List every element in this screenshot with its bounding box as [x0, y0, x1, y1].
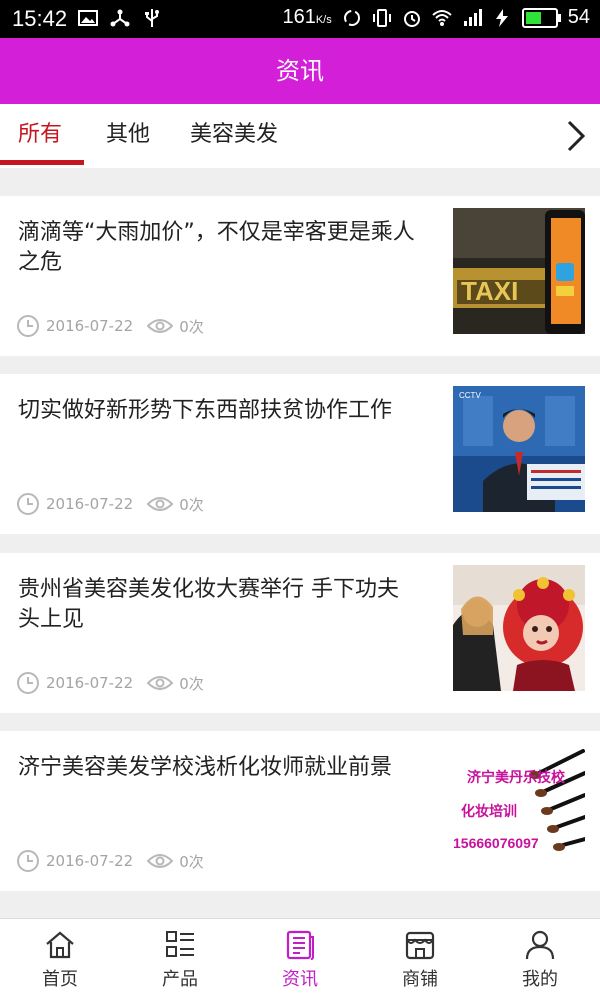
news-title: 切实做好新形势下东西部扶贫协作工作 — [18, 398, 393, 423]
taxi-photo: TAXI — [453, 208, 585, 334]
news-views: 0次 — [179, 495, 204, 514]
nav-products[interactable]: 产品 — [120, 919, 240, 1001]
nav-label: 商铺 — [402, 969, 438, 990]
charging-icon — [495, 8, 508, 27]
news-date: 2016-07-22 — [46, 674, 134, 692]
news-date: 2016-07-22 — [46, 495, 134, 513]
active-tab-indicator — [0, 160, 84, 165]
news-item[interactable]: 切实做好新形势下东西部扶贫协作工作 2016-07-22 0次 CCTV — [0, 374, 600, 534]
clock-icon — [17, 672, 39, 694]
home-icon — [46, 931, 74, 959]
vibrate-icon — [372, 8, 391, 27]
category-tabs: 所有 其他 美容美发 — [0, 104, 600, 168]
status-right-icons: 161K/s 54 — [282, 6, 590, 29]
nav-label: 产品 — [162, 969, 198, 990]
nav-shops[interactable]: 商铺 — [360, 919, 480, 1001]
makeup-training-ad: 济宁美丹乐技校 化妆培训 15666076097 — [453, 743, 585, 869]
news-views: 0次 — [179, 317, 204, 336]
news-meta: 2016-07-22 0次 — [16, 849, 204, 873]
alarm-icon — [403, 10, 420, 27]
status-time: 15:42 — [12, 6, 68, 31]
battery-icon — [521, 7, 561, 28]
profile-icon — [525, 930, 555, 960]
svg-text:CCTV: CCTV — [459, 391, 481, 400]
news-title: 滴滴等“大雨加价”，不仅是宰客更是乘人之危 — [18, 220, 415, 275]
usb-icon — [145, 9, 159, 27]
sync-icon — [343, 9, 360, 26]
clock-icon — [17, 493, 39, 515]
battery-level: 54 — [567, 6, 590, 28]
clock-icon — [17, 315, 39, 337]
chevron-right-icon[interactable] — [564, 118, 588, 154]
eye-icon — [147, 497, 174, 511]
eye-icon — [147, 854, 174, 868]
makeup-contest-photo — [453, 565, 585, 691]
news-views: 0次 — [179, 674, 204, 693]
shop-icon — [405, 931, 435, 960]
news-title: 济宁美容美发学校浅析化妆师就业前景 — [18, 755, 393, 780]
news-views: 0次 — [179, 852, 204, 871]
nav-label: 资讯 — [282, 969, 318, 990]
nav-home[interactable]: 首页 — [0, 919, 120, 1001]
news-meta: 2016-07-22 0次 — [16, 671, 204, 695]
status-bar: 15:42 161K/s 54 — [0, 0, 600, 38]
signal-icon — [463, 8, 482, 26]
svg-text:TAXI: TAXI — [461, 276, 518, 306]
news-item[interactable]: 济宁美容美发学校浅析化妆师就业前景 2016-07-22 0次 济宁美丹乐技校 … — [0, 731, 600, 891]
ad-school-name: 济宁美丹乐技校 — [467, 770, 565, 786]
status-left-icons — [78, 8, 162, 28]
news-meta: 2016-07-22 0次 — [16, 492, 204, 516]
news-date: 2016-07-22 — [46, 852, 134, 870]
tab-all[interactable]: 所有 — [18, 104, 62, 168]
nav-profile[interactable]: 我的 — [480, 919, 600, 1001]
page-title: 资讯 — [276, 57, 324, 85]
news-meta: 2016-07-22 0次 — [16, 314, 204, 338]
nav-label: 我的 — [522, 969, 558, 990]
eye-icon — [147, 319, 174, 333]
news-item[interactable]: 贵州省美容美发化妆大赛举行 手下功夫头上见 2016-07-22 0次 — [0, 553, 600, 713]
bottom-navigation: 首页 产品 资讯 商铺 我的 — [0, 918, 600, 1001]
news-date: 2016-07-22 — [46, 317, 134, 335]
news-anchor-photo: CCTV — [453, 386, 585, 512]
share-icon — [110, 9, 130, 27]
image-icon — [78, 10, 98, 26]
ad-phone: 15666076097 — [453, 835, 539, 851]
network-speed: 161K/s — [282, 6, 332, 28]
header-bar: 资讯 — [0, 38, 600, 104]
wifi-icon — [432, 9, 452, 26]
ad-course-name: 化妆培训 — [461, 804, 517, 820]
clock-icon — [17, 850, 39, 872]
tab-other[interactable]: 其他 — [106, 104, 150, 168]
tab-beauty[interactable]: 美容美发 — [190, 104, 278, 168]
nav-news[interactable]: 资讯 — [240, 919, 360, 1001]
news-icon — [286, 930, 314, 960]
news-item[interactable]: 滴滴等“大雨加价”，不仅是宰客更是乘人之危 2016-07-22 0次 TAXI — [0, 196, 600, 356]
nav-label: 首页 — [42, 969, 78, 990]
product-list-icon — [166, 931, 194, 957]
news-title: 贵州省美容美发化妆大赛举行 手下功夫头上见 — [18, 577, 399, 632]
eye-icon — [147, 676, 174, 690]
